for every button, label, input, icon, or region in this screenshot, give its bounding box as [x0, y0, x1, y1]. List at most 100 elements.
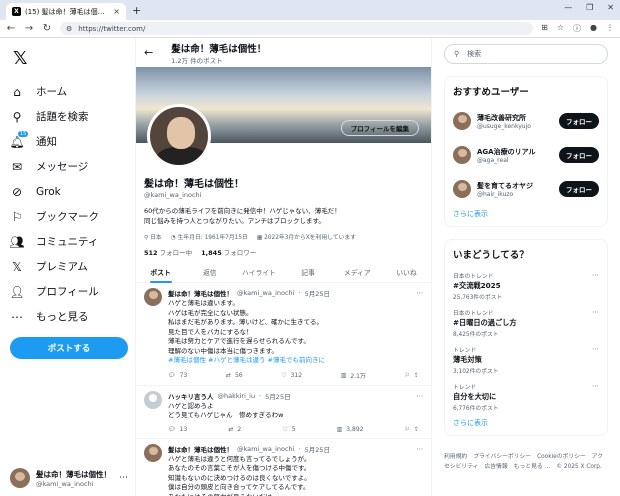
follow-button[interactable]: フォロー: [559, 181, 599, 197]
search-box[interactable]: ⚲ 検索: [444, 44, 608, 64]
user-avatar[interactable]: [453, 180, 471, 198]
following-link[interactable]: 512 フォロー中: [144, 247, 192, 257]
more-dots-icon[interactable]: ⋯: [119, 473, 128, 483]
views-button[interactable]: ▥ 2.1万: [341, 371, 366, 380]
nav-item-bookmark[interactable]: ⚐ ブックマーク: [10, 204, 125, 229]
edit-profile-button[interactable]: プロフィールを編集: [340, 120, 419, 136]
x-logo-icon[interactable]: 𝕏: [13, 48, 125, 69]
trend-item[interactable]: 日本のトレンド #交流戦2025 25,763件のポスト ⋯: [453, 267, 599, 304]
nav-item-profile[interactable]: 👤︎ プロフィール: [9, 279, 125, 304]
share-icon[interactable]: ⇪: [414, 426, 419, 433]
recommended-user[interactable]: 薄毛改善研究所 @usuge_kenkyujo フォロー: [453, 104, 599, 138]
like-button[interactable]: ♡ 312: [281, 371, 302, 380]
trend-item[interactable]: トレンド 薄毛対策 3,102件のポスト ⋯: [453, 341, 599, 378]
tweet-author[interactable]: 髪は命！薄毛は個性！: [168, 444, 233, 454]
nav-item-mail[interactable]: ✉ メッセージ: [10, 154, 125, 179]
browser-tab[interactable]: X (15) 髪は命！薄毛は個性！ハゲ ×: [6, 3, 126, 20]
back-icon[interactable]: ←: [6, 23, 16, 34]
bookmark-share-group[interactable]: ⚐ ⇪: [405, 371, 419, 380]
views-button[interactable]: ▥ 3,892: [337, 426, 364, 433]
tweet-avatar[interactable]: [144, 288, 162, 306]
footer-link[interactable]: 利用規約: [444, 454, 467, 460]
repost-button[interactable]: ⇄ 2: [228, 426, 241, 433]
post-button[interactable]: ポストする: [10, 337, 128, 359]
nav-item-grok[interactable]: ⊘ Grok: [10, 179, 125, 204]
new-tab-button[interactable]: +: [132, 4, 141, 17]
bookmark-icon[interactable]: ⚐: [405, 426, 410, 433]
profile-avatar[interactable]: [147, 104, 211, 168]
forward-icon[interactable]: →: [24, 23, 34, 34]
tweet[interactable]: 髪は命！薄毛は個性！ @kami_wa_inochi · 5月25日 ⋯ ハゲと…: [136, 439, 431, 496]
tweet[interactable]: ハッキリ言う人 @hakkiri_iu · 5月25日 ⋯ ハゲと認めろよ どう…: [136, 386, 431, 439]
nav-item-community[interactable]: 👥︎ コミュニティ: [9, 229, 125, 254]
account-switcher[interactable]: 髪は命！薄毛は個性！ @kami_wa_inochi ⋯: [10, 468, 128, 488]
user-avatar[interactable]: [453, 112, 471, 130]
trends-show-more[interactable]: さらに表示: [453, 418, 599, 428]
reply-button[interactable]: 💬︎ 73: [168, 371, 187, 380]
profile-tab-2[interactable]: ハイライト: [234, 265, 283, 282]
address-bar[interactable]: ⚙ https://twitter.com/: [60, 22, 534, 35]
nav-item-more[interactable]: ⋯ もっと見る: [10, 304, 125, 329]
nav-item-search[interactable]: ⚲ 話題を検索: [10, 104, 125, 129]
user-name[interactable]: 髪を育てるオヤジ: [477, 181, 553, 191]
like-button[interactable]: ♡ 5: [282, 426, 295, 433]
install-icon[interactable]: ⊞: [541, 23, 548, 34]
trend-more-icon[interactable]: ⋯: [592, 345, 599, 353]
followers-link[interactable]: 1,845 フォロワー: [201, 247, 256, 257]
profile-tab-5[interactable]: いいね: [382, 265, 431, 282]
tweet-more-icon[interactable]: ⋯: [417, 445, 424, 453]
maximize-icon[interactable]: ❐: [586, 3, 593, 12]
bookmark-icon[interactable]: ⚐: [405, 372, 410, 379]
follow-button[interactable]: フォロー: [559, 147, 599, 163]
profile-tab-1[interactable]: 返信: [185, 265, 234, 282]
nav-item-home[interactable]: ⌂ ホーム: [10, 79, 125, 104]
footer-link[interactable]: 広告情報: [484, 464, 507, 470]
trend-item[interactable]: 日本のトレンド #日曜日の過ごし方 8,425件のポスト ⋯: [453, 304, 599, 341]
tweet-date[interactable]: 5月25日: [305, 288, 330, 298]
trend-item[interactable]: トレンド 自分を大切に 6,776件のポスト ⋯: [453, 378, 599, 415]
profile-avatar-icon[interactable]: ●: [590, 23, 597, 34]
tweet-date[interactable]: 5月25日: [305, 444, 330, 454]
nav-item-bell[interactable]: 🔔︎ 15 通知: [9, 129, 125, 154]
reply-button[interactable]: 💬︎ 13: [168, 426, 187, 433]
minimize-icon[interactable]: —: [564, 3, 572, 12]
recommended-user[interactable]: 髪を育てるオヤジ @hair_ikuzo フォロー: [453, 172, 599, 206]
footer-link[interactable]: もっと見る …: [514, 464, 551, 470]
tweet[interactable]: 髪は命！薄毛は個性！ @kami_wa_inochi · 5月25日 ⋯ ハゲと…: [136, 283, 431, 386]
trend-more-icon[interactable]: ⋯: [592, 271, 599, 279]
recommended-user[interactable]: AGA治療のリアル @aga_real フォロー: [453, 138, 599, 172]
reload-icon[interactable]: ↻: [42, 23, 52, 34]
profile-tab-3[interactable]: 記事: [284, 265, 333, 282]
tweet-date[interactable]: 5月25日: [265, 391, 290, 401]
tweet-avatar[interactable]: [144, 390, 162, 409]
tab-close-icon[interactable]: ×: [113, 7, 120, 16]
profile-tab-0[interactable]: ポスト: [136, 265, 185, 283]
tweet-avatar[interactable]: [144, 443, 162, 462]
footer-link[interactable]: プライバシーポリシー: [473, 454, 531, 460]
bookmark-star-icon[interactable]: ☆: [557, 23, 564, 34]
menu-icon[interactable]: ⋮: [606, 23, 614, 34]
recommended-show-more[interactable]: さらに表示: [453, 209, 599, 219]
site-info-icon[interactable]: ⚙: [66, 25, 72, 33]
tweet-more-icon[interactable]: ⋯: [417, 289, 424, 297]
share-icon[interactable]: ⇪: [414, 372, 419, 379]
tweet-hashtags[interactable]: #薄毛は個性 #ハゲと薄毛は違う #薄毛でも前向きに: [168, 356, 423, 366]
nav-item-premium[interactable]: 𝕏 プレミアム: [10, 254, 125, 279]
views-icon: ▥: [340, 371, 347, 379]
tweet-author[interactable]: ハッキリ言う人: [168, 391, 214, 401]
profile-tab-4[interactable]: メディア: [333, 265, 382, 282]
user-avatar[interactable]: [453, 146, 471, 164]
trend-more-icon[interactable]: ⋯: [592, 308, 599, 316]
repost-button[interactable]: ⇄ 56: [226, 371, 243, 380]
trend-more-icon[interactable]: ⋯: [592, 382, 599, 390]
close-window-icon[interactable]: ✕: [607, 3, 614, 12]
follow-button[interactable]: フォロー: [559, 113, 599, 129]
extension-icon[interactable]: ⓘ: [573, 23, 581, 34]
bookmark-share-group[interactable]: ⚐ ⇪: [405, 426, 419, 433]
tweet-more-icon[interactable]: ⋯: [417, 392, 424, 400]
user-name[interactable]: 薄毛改善研究所: [477, 113, 553, 123]
back-arrow-icon[interactable]: ←: [144, 46, 153, 59]
footer-link[interactable]: Cookieのポリシー: [537, 454, 586, 460]
user-name[interactable]: AGA治療のリアル: [477, 147, 553, 157]
tweet-author[interactable]: 髪は命！薄毛は個性！: [168, 288, 233, 298]
